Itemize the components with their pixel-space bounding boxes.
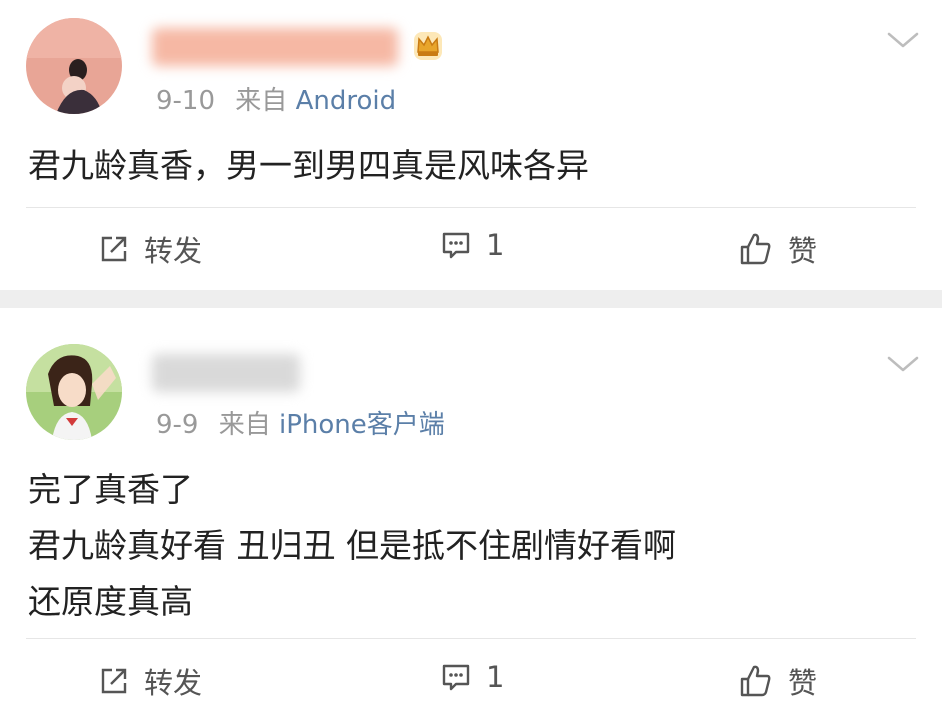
crown-icon xyxy=(414,32,442,60)
post-separator xyxy=(0,290,942,308)
source-prefix: 来自 xyxy=(218,410,271,440)
comment-count: 1 xyxy=(486,660,505,694)
divider xyxy=(26,638,916,639)
chevron-down-icon[interactable] xyxy=(886,30,920,50)
comment-count: 1 xyxy=(486,228,505,262)
comment-text: 完了真香了 君九龄真好看 丑归丑 但是抵不住剧情好看啊 还原度真高 xyxy=(28,462,676,630)
comment-icon xyxy=(442,232,470,259)
repost-button[interactable]: 转发 xyxy=(98,660,202,702)
repost-icon xyxy=(101,668,127,694)
comment-button[interactable]: 1 xyxy=(440,660,504,694)
repost-label: 转发 xyxy=(144,234,203,268)
post-date: 9-9 xyxy=(156,410,199,440)
comment-text: 君九龄真香，男一到男四真是风味各异 xyxy=(28,138,589,194)
repost-icon xyxy=(101,236,127,262)
like-button[interactable]: 赞 xyxy=(738,228,817,270)
comment-button[interactable]: 1 xyxy=(440,228,504,262)
comment-line: 君九龄真香，男一到男四真是风味各异 xyxy=(28,146,589,185)
like-label: 赞 xyxy=(788,234,818,268)
avatar[interactable] xyxy=(26,344,122,440)
source-prefix: 来自 xyxy=(235,86,288,116)
thumbs-up-icon xyxy=(740,233,771,265)
repost-label: 转发 xyxy=(144,666,203,700)
post-meta: 9-9 来自 iPhone客户端 xyxy=(156,404,445,441)
comment-line: 君九龄真好看 丑归丑 但是抵不住剧情好看啊 xyxy=(28,526,676,565)
thumbs-up-icon xyxy=(740,665,771,697)
comment-line: 完了真香了 xyxy=(28,470,193,509)
comment-line: 还原度真高 xyxy=(28,582,193,621)
repost-button[interactable]: 转发 xyxy=(98,228,202,270)
source-link[interactable]: iPhone客户端 xyxy=(279,410,445,440)
chevron-down-icon[interactable] xyxy=(886,354,920,374)
post-meta: 9-10 来自 Android xyxy=(156,80,396,117)
post-date: 9-10 xyxy=(156,86,216,116)
username-blurred[interactable] xyxy=(152,28,398,66)
weibo-comment-1: 9-10 来自 Android 君九龄真香，男一到男四真是风味各异 转发 1 赞 xyxy=(0,0,942,290)
source-link[interactable]: Android xyxy=(296,86,397,116)
username-blurred[interactable] xyxy=(152,354,300,392)
divider xyxy=(26,207,916,208)
like-label: 赞 xyxy=(788,666,818,700)
comment-icon xyxy=(442,664,470,691)
avatar[interactable] xyxy=(26,18,122,114)
like-button[interactable]: 赞 xyxy=(738,660,817,702)
weibo-comment-2: 9-9 来自 iPhone客户端 完了真香了 君九龄真好看 丑归丑 但是抵不住剧… xyxy=(0,308,942,720)
